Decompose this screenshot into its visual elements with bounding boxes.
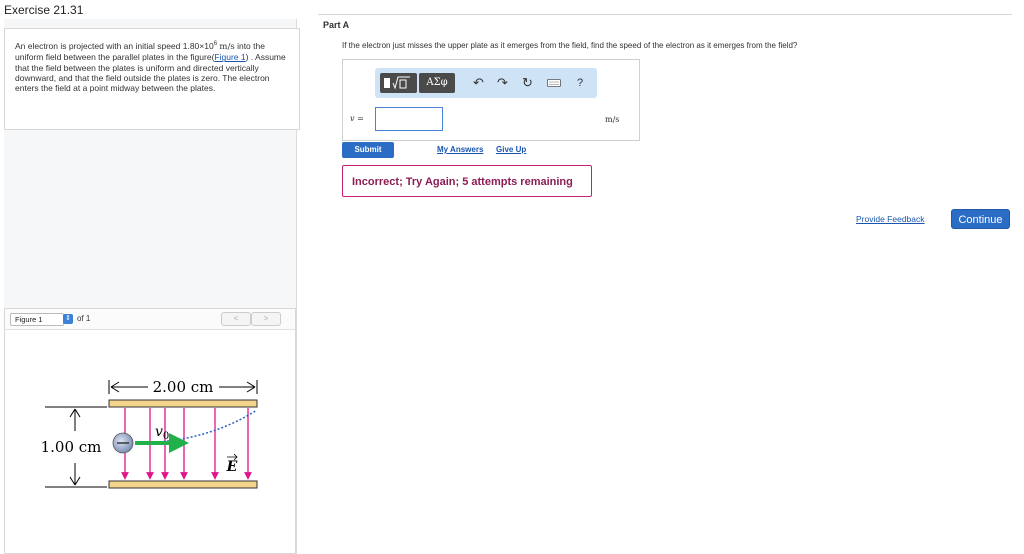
exercise-title: Exercise 21.31 bbox=[4, 3, 84, 17]
figure-link[interactable]: Figure 1 bbox=[214, 52, 245, 62]
answer-input[interactable] bbox=[375, 107, 443, 131]
reset-icon[interactable]: ↻ bbox=[522, 75, 533, 91]
electron-trajectory bbox=[134, 409, 258, 444]
templates-icon bbox=[384, 76, 410, 90]
prev-figure-button[interactable]: < bbox=[221, 312, 251, 326]
figure-count: of 1 bbox=[77, 314, 91, 323]
velocity-label: v0 bbox=[155, 424, 169, 442]
continue-button[interactable]: Continue bbox=[951, 209, 1010, 229]
provide-feedback-link[interactable]: Provide Feedback bbox=[856, 214, 925, 224]
figure-panel: Figure 1 ⇕ of 1 < > 2.00 cm 1.00 cm v0 E bbox=[4, 308, 296, 554]
redo-icon[interactable]: ↷ bbox=[497, 75, 508, 91]
problem-unit: m/s bbox=[219, 41, 235, 52]
header-divider bbox=[318, 14, 1012, 15]
feedback-message: Incorrect; Try Again; 5 attempts remaini… bbox=[342, 165, 592, 197]
answer-unit: m/s bbox=[605, 115, 620, 124]
figure-header: Figure 1 ⇕ of 1 < > bbox=[5, 309, 295, 330]
height-dimension: 1.00 cm bbox=[41, 406, 107, 488]
field-label-group: E bbox=[226, 453, 238, 475]
upper-plate bbox=[108, 399, 258, 408]
width-dimension: 2.00 cm bbox=[108, 378, 258, 396]
figure-selector[interactable]: Figure 1 bbox=[10, 313, 64, 326]
lower-plate bbox=[108, 480, 258, 489]
problem-statement: An electron is projected with an initial… bbox=[4, 28, 300, 130]
part-title: Part A bbox=[323, 20, 350, 30]
problem-text-1: An electron is projected with an initial… bbox=[15, 40, 214, 51]
math-toolbar: ΑΣφ ↶ ↷ ↻ ? bbox=[375, 68, 597, 98]
next-figure-button[interactable]: > bbox=[251, 312, 281, 326]
submit-button[interactable]: Submit bbox=[342, 142, 394, 158]
figure-diagram: 2.00 cm 1.00 cm v0 E bbox=[41, 378, 258, 489]
answer-variable: v = bbox=[350, 114, 364, 123]
question-text: If the electron just misses the upper pl… bbox=[342, 41, 798, 50]
height-label: 1.00 cm bbox=[41, 438, 102, 456]
problem-exponent: 6 bbox=[213, 41, 218, 47]
my-answers-link[interactable]: My Answers bbox=[437, 145, 483, 154]
give-up-link[interactable]: Give Up bbox=[496, 145, 526, 154]
select-arrow-icon[interactable]: ⇕ bbox=[63, 314, 73, 324]
width-label: 2.00 cm bbox=[153, 378, 214, 396]
undo-icon[interactable]: ↶ bbox=[473, 75, 484, 91]
keyboard-icon[interactable] bbox=[547, 76, 561, 92]
answer-box: ΑΣφ ↶ ↷ ↻ ? v = m/s bbox=[342, 59, 640, 141]
field-label: E bbox=[226, 459, 238, 475]
templates-button[interactable] bbox=[380, 73, 417, 93]
help-icon[interactable]: ? bbox=[577, 75, 583, 91]
symbols-button[interactable]: ΑΣφ bbox=[419, 73, 455, 93]
